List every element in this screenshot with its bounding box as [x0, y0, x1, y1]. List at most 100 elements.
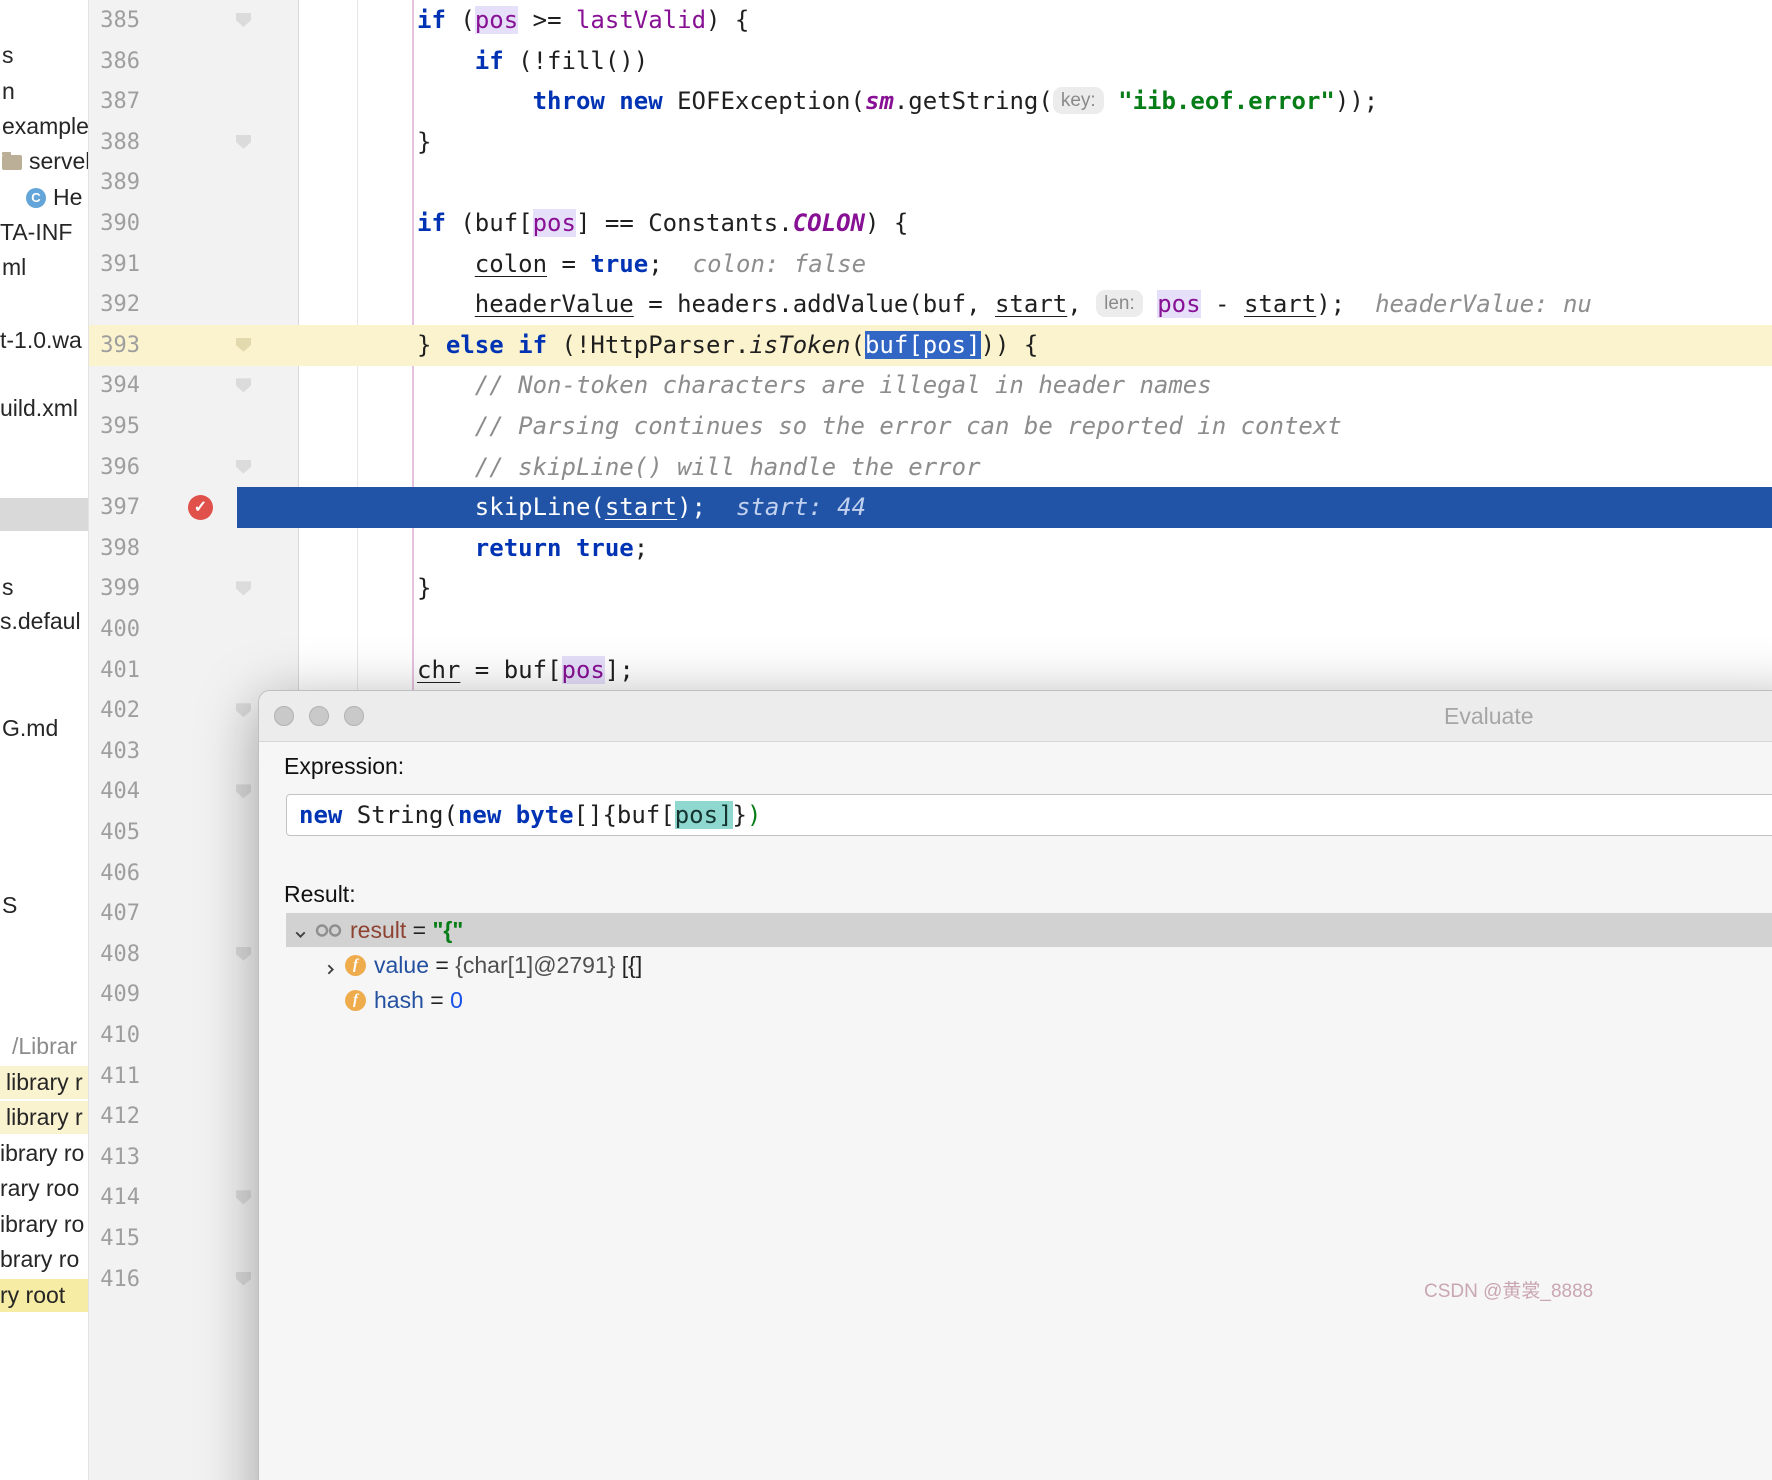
line-number[interactable]: 408 [88, 934, 140, 975]
dialog-header[interactable]: Evaluate [259, 691, 1772, 742]
gutter-mark-icon[interactable] [236, 338, 251, 352]
line-number[interactable]: 388 [88, 122, 140, 163]
dialog-title: Evaluate [1444, 691, 1534, 741]
line-number[interactable]: 412 [88, 1096, 140, 1137]
result-row-value[interactable]: fvalue = {char[1]@2791} [{] [286, 948, 1772, 982]
project-tree-item[interactable]: TA-INF [0, 216, 88, 249]
line-number[interactable]: 386 [88, 41, 140, 82]
line-number[interactable]: 411 [88, 1056, 140, 1097]
line-number[interactable]: 409 [88, 974, 140, 1015]
result-row-hash[interactable]: fhash = 0 [286, 983, 1772, 1017]
breakpoint-icon[interactable]: ✓ [188, 495, 213, 520]
code-token [562, 534, 576, 562]
window-close-button[interactable] [274, 706, 294, 726]
window-zoom-button[interactable] [344, 706, 364, 726]
line-number[interactable]: 403 [88, 731, 140, 772]
project-tree-item[interactable]: S [0, 889, 88, 922]
result-row-result[interactable]: result = "{" [286, 913, 1772, 947]
line-number[interactable]: 400 [88, 609, 140, 650]
project-tree-item[interactable]: G.md [0, 712, 88, 745]
line-number[interactable]: 390 [88, 203, 140, 244]
line-number[interactable]: 385 [88, 0, 140, 41]
project-tree-item[interactable]: s [0, 571, 88, 604]
code-line-386[interactable]: 386 if (!fill()) [88, 41, 1772, 82]
project-tree-item[interactable]: rary roo [0, 1172, 88, 1205]
code-line-394[interactable]: 394 // Non-token characters are illegal … [88, 365, 1772, 406]
line-number[interactable]: 397 [88, 487, 140, 528]
code-token: (!fill()) [504, 47, 649, 75]
code-line-390[interactable]: 390if (buf[pos] == Constants.COLON) { [88, 203, 1772, 244]
project-tree-item[interactable]: n [0, 75, 88, 108]
code-line-385[interactable]: 385if (pos >= lastValid) { [88, 0, 1772, 41]
code-line-388[interactable]: 388} [88, 122, 1772, 163]
project-tree-item[interactable]: ibrary ro [0, 1137, 88, 1170]
line-number[interactable]: 410 [88, 1015, 140, 1056]
gutter-mark-icon[interactable] [236, 1272, 251, 1286]
project-tree-item[interactable]: ml [0, 251, 88, 284]
gutter-mark-icon[interactable] [236, 13, 251, 27]
gutter-mark-icon[interactable] [236, 1190, 251, 1204]
line-number[interactable]: 416 [88, 1259, 140, 1300]
line-number[interactable]: 395 [88, 406, 140, 447]
line-number[interactable]: 407 [88, 893, 140, 934]
line-number[interactable]: 393 [88, 325, 140, 366]
code-token [417, 534, 475, 562]
code-line-396[interactable]: 396 // skipLine() will handle the error [88, 447, 1772, 488]
project-tree-item[interactable] [0, 498, 88, 531]
project-tree-item[interactable]: CHe [0, 181, 88, 214]
line-number[interactable]: 413 [88, 1137, 140, 1178]
project-tree-item[interactable]: /Librar [0, 1030, 88, 1063]
line-number[interactable]: 387 [88, 81, 140, 122]
line-number[interactable]: 404 [88, 771, 140, 812]
expression-input[interactable]: new String(new byte[]{buf[pos]}) [286, 794, 1772, 836]
line-number[interactable]: 405 [88, 812, 140, 853]
gutter-mark-icon[interactable] [236, 460, 251, 474]
code-line-399[interactable]: 399} [88, 568, 1772, 609]
code-line-392[interactable]: 392 headerValue = headers.addValue(buf, … [88, 284, 1772, 325]
chevron-right-icon[interactable] [322, 957, 339, 974]
line-number[interactable]: 396 [88, 447, 140, 488]
code-line-397[interactable]: 397✓ skipLine(start);start: 44 [88, 487, 1772, 528]
equals-sign: = [429, 952, 455, 979]
project-tree-item[interactable]: library r [0, 1066, 88, 1099]
window-minimize-button[interactable] [309, 706, 329, 726]
project-tree-item[interactable]: brary ro [0, 1243, 88, 1276]
project-tree-item[interactable]: ry root [0, 1279, 88, 1312]
code-line-389[interactable]: 389 [88, 162, 1772, 203]
code-token: String( [342, 801, 458, 829]
code-line-393[interactable]: 393} else if (!HttpParser.isToken(buf[po… [88, 325, 1772, 366]
code-line-400[interactable]: 400 [88, 609, 1772, 650]
gutter-mark-icon[interactable] [236, 784, 251, 798]
code-line-395[interactable]: 395 // Parsing continues so the error ca… [88, 406, 1772, 447]
line-number[interactable]: 406 [88, 853, 140, 894]
chevron-down-icon[interactable] [292, 922, 309, 939]
line-number[interactable]: 399 [88, 568, 140, 609]
line-number[interactable]: 415 [88, 1218, 140, 1259]
code-line-401[interactable]: 401chr = buf[pos]; [88, 650, 1772, 691]
line-number[interactable]: 402 [88, 690, 140, 731]
project-tree-item[interactable]: ibrary ro [0, 1208, 88, 1241]
code-token: buf[pos] [865, 331, 981, 359]
code-line-387[interactable]: 387 throw new EOFException(sm.getString(… [88, 81, 1772, 122]
line-number[interactable]: 414 [88, 1177, 140, 1218]
gutter-mark-icon[interactable] [236, 947, 251, 961]
project-tree-item[interactable]: t-1.0.wa [0, 324, 88, 357]
line-number[interactable]: 391 [88, 244, 140, 285]
line-number[interactable]: 398 [88, 528, 140, 569]
line-number[interactable]: 389 [88, 162, 140, 203]
project-tree-item[interactable]: example [0, 110, 88, 143]
project-tree-item[interactable]: uild.xml [0, 392, 88, 425]
code-line-391[interactable]: 391 colon = true;colon: false [88, 244, 1772, 285]
gutter-mark-icon[interactable] [236, 135, 251, 149]
gutter-mark-icon[interactable] [236, 703, 251, 717]
gutter-mark-icon[interactable] [236, 581, 251, 595]
line-number[interactable]: 394 [88, 365, 140, 406]
project-tree-item[interactable]: s.defaul [0, 605, 88, 638]
gutter-mark-icon[interactable] [236, 378, 251, 392]
line-number[interactable]: 401 [88, 650, 140, 691]
project-tree-item[interactable]: library r [0, 1101, 88, 1134]
project-tree-item[interactable]: s [0, 39, 88, 72]
project-tree-item[interactable]: servel [0, 145, 88, 178]
line-number[interactable]: 392 [88, 284, 140, 325]
code-line-398[interactable]: 398 return true; [88, 528, 1772, 569]
